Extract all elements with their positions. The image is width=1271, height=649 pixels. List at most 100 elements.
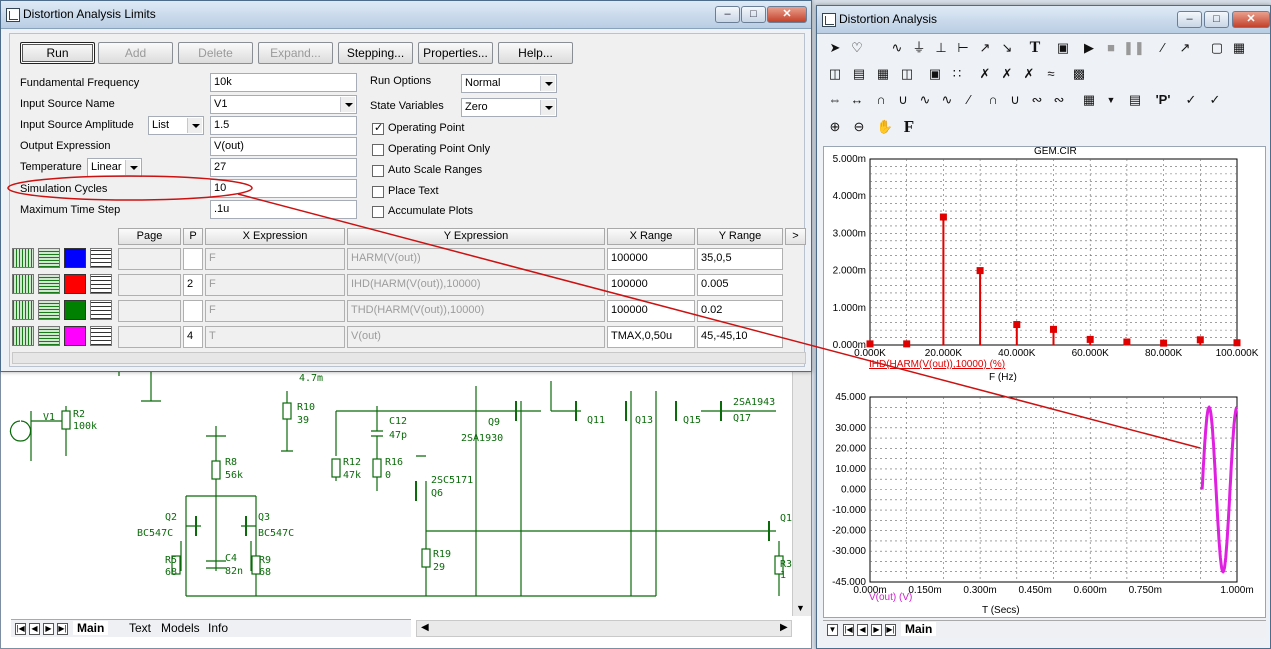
probe-icon[interactable]: ⊥ — [931, 38, 951, 58]
run-options-select[interactable]: Normal — [461, 74, 557, 93]
schematic-hscrollbar[interactable] — [416, 620, 792, 637]
frame-icon[interactable]: ▢ — [1207, 38, 1227, 58]
stepping-button[interactable]: Stepping... — [338, 42, 413, 64]
color-swatch-red[interactable] — [64, 274, 86, 294]
p-key-icon[interactable]: 'P' — [1153, 90, 1173, 110]
line-tool-icon[interactable]: ∕ — [1153, 38, 1173, 58]
tag-horizontal-icon[interactable]: ✓ — [1205, 90, 1225, 110]
peak-icon[interactable]: ∩ — [871, 90, 891, 110]
cursor-c-icon[interactable]: ✗ — [1019, 64, 1039, 84]
pause-icon[interactable]: ❚❚ — [1123, 38, 1145, 58]
first-page-icon[interactable]: |◀ — [15, 623, 26, 635]
next-page-icon[interactable]: ▶ — [871, 624, 882, 636]
expand-button[interactable]: Expand... — [258, 42, 333, 64]
input-source-name-select[interactable]: V1 — [210, 95, 357, 114]
low-icon[interactable]: ∿ — [937, 90, 957, 110]
properties-icon[interactable]: ▣ — [1053, 38, 1073, 58]
page-cell[interactable] — [118, 300, 181, 322]
place-text-checkbox[interactable] — [372, 186, 384, 198]
y-range-cell[interactable]: 45,-45,10 — [697, 326, 783, 348]
maximize-button[interactable]: □ — [741, 6, 766, 23]
first-page-icon[interactable]: |◀ — [843, 624, 854, 636]
auto-scale-ranges-checkbox[interactable] — [372, 165, 384, 177]
wave-icon[interactable]: ∿ — [887, 38, 907, 58]
component-icon[interactable]: ♡ — [847, 38, 867, 58]
grid-table-icon[interactable] — [90, 274, 112, 294]
chevron-down-icon[interactable] — [125, 160, 140, 175]
operating-point-checkbox[interactable] — [372, 121, 384, 135]
font-icon[interactable]: F — [899, 117, 919, 137]
input-source-amplitude-input[interactable]: 1.5 — [210, 116, 357, 135]
bottom-icon[interactable]: ∾ — [1049, 90, 1069, 110]
node-icon[interactable]: ⊢ — [953, 38, 973, 58]
fundamental-frequency-input[interactable]: 10k — [210, 73, 357, 92]
page-cell[interactable] — [118, 274, 181, 296]
valley-icon[interactable]: ∪ — [893, 90, 913, 110]
ground-icon[interactable]: ⏚ — [909, 38, 929, 58]
y-expression-cell[interactable]: HARM(V(out)) — [347, 248, 605, 270]
tab-info[interactable]: Info — [204, 621, 232, 635]
horizontal-lines-icon[interactable] — [38, 248, 60, 268]
palette-icon[interactable]: ▦ — [1079, 90, 1099, 110]
x-expression-cell[interactable]: F — [205, 248, 345, 270]
last-page-icon[interactable]: ▶| — [57, 623, 68, 635]
scroll-left-icon[interactable]: ◀ — [421, 622, 429, 633]
x-expression-cell[interactable]: F — [205, 274, 345, 296]
close-button[interactable]: ✕ — [1232, 11, 1270, 28]
grid-table-icon[interactable] — [90, 326, 112, 346]
maximum-time-step-input[interactable]: .1u — [210, 200, 357, 219]
scroll-down-icon[interactable]: ▼ — [796, 603, 805, 613]
y-expression-cell[interactable]: THD(HARM(V(out)),10000) — [347, 300, 605, 322]
zoom-in-icon[interactable]: ⊕ — [825, 117, 845, 137]
zoom-out-icon[interactable]: ⊖ — [849, 117, 869, 137]
close-button[interactable]: ✕ — [767, 6, 807, 23]
tab-main[interactable]: Main — [73, 621, 109, 635]
pan-icon[interactable]: ✋ — [875, 117, 895, 137]
global-high-icon[interactable]: ∩ — [983, 90, 1003, 110]
grid-table-icon[interactable] — [90, 300, 112, 320]
grid-scroll-right-button[interactable]: > — [785, 228, 806, 245]
select-pointer-icon[interactable]: ➤ — [825, 38, 845, 58]
chevron-down-icon[interactable] — [540, 100, 555, 115]
page-cell[interactable] — [118, 248, 181, 270]
vertical-lines-icon[interactable] — [12, 274, 34, 294]
properties-button[interactable]: Properties... — [418, 42, 493, 64]
cursor-a-icon[interactable]: ✗ — [975, 64, 995, 84]
x-range-cell[interactable]: 100000 — [607, 274, 695, 296]
horizontal-lines-icon[interactable] — [38, 326, 60, 346]
p-cell[interactable] — [183, 300, 203, 322]
baseline-icon[interactable]: ▣ — [925, 64, 945, 84]
prev-page-icon[interactable]: ◀ — [29, 623, 40, 635]
top-icon[interactable]: ∾ — [1027, 90, 1047, 110]
operating-point-only-checkbox[interactable] — [372, 144, 384, 156]
amplitude-mode-select[interactable]: List — [148, 116, 204, 135]
marker-icon[interactable]: ↗ — [975, 38, 995, 58]
horizontal-lines-icon[interactable] — [38, 274, 60, 294]
chevron-down-icon[interactable] — [187, 118, 202, 133]
limits-titlebar[interactable]: Distortion Analysis Limits – □ ✕ — [1, 1, 811, 29]
schematic-vscrollbar[interactable] — [792, 371, 811, 616]
last-page-icon[interactable]: ▶| — [885, 624, 896, 636]
y-range-cell[interactable]: 0.02 — [697, 300, 783, 322]
x-range-cell[interactable]: TMAX,0,50u — [607, 326, 695, 348]
x-expression-cell[interactable]: T — [205, 326, 345, 348]
arrow-tool-icon[interactable]: ↗ — [1175, 38, 1195, 58]
page-cell[interactable] — [118, 326, 181, 348]
cursor-d-icon[interactable]: ≈ — [1041, 64, 1061, 84]
cursor-b-icon[interactable]: ✗ — [997, 64, 1017, 84]
minimize-button[interactable]: – — [715, 6, 740, 23]
global-low-icon[interactable]: ∪ — [1005, 90, 1025, 110]
run-play-icon[interactable]: ▶ — [1079, 38, 1099, 58]
accumulate-plots-checkbox[interactable] — [372, 206, 384, 218]
tab-models[interactable]: Models — [157, 621, 204, 635]
high-icon[interactable]: ∿ — [915, 90, 935, 110]
output-expression-input[interactable]: V(out) — [210, 137, 357, 156]
state-variables-select[interactable]: Zero — [461, 98, 557, 117]
vertical-lines-icon[interactable] — [12, 248, 34, 268]
x-range-cell[interactable]: 100000 — [607, 300, 695, 322]
simulation-cycles-input[interactable]: 10 — [210, 179, 357, 198]
table-icon[interactable]: ▦ — [873, 64, 893, 84]
help-button[interactable]: Help... — [498, 42, 573, 64]
next-page-icon[interactable]: ▶ — [43, 623, 54, 635]
y-expression-cell[interactable]: V(out) — [347, 326, 605, 348]
